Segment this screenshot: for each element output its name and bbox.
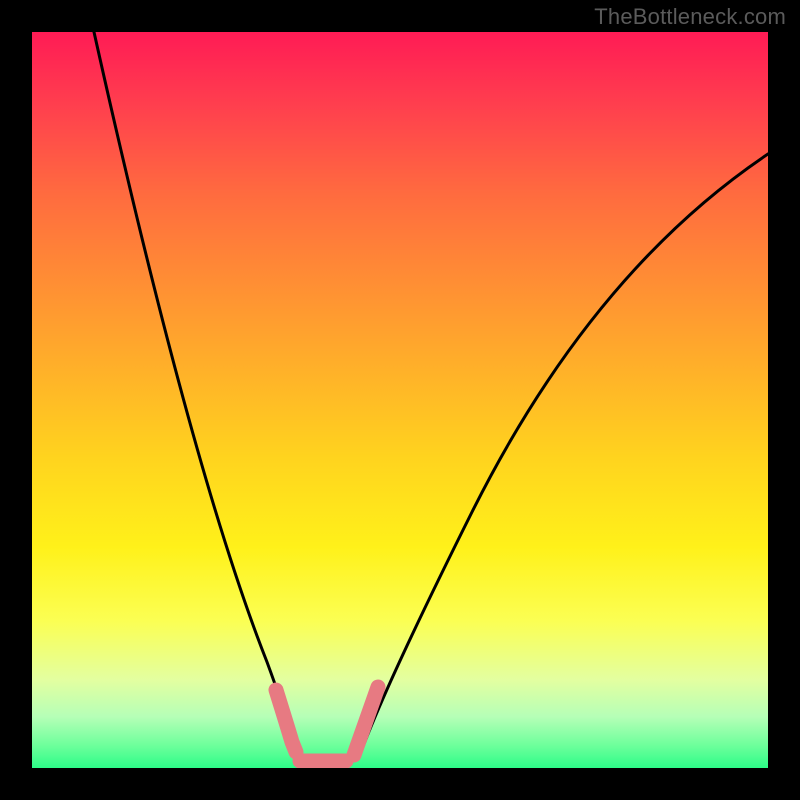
bottleneck-curve xyxy=(94,32,768,763)
chart-frame: TheBottleneck.com xyxy=(0,0,800,800)
highlight-left xyxy=(276,690,296,752)
plot-area xyxy=(32,32,768,768)
watermark-text: TheBottleneck.com xyxy=(594,4,786,30)
curve-svg xyxy=(32,32,768,768)
